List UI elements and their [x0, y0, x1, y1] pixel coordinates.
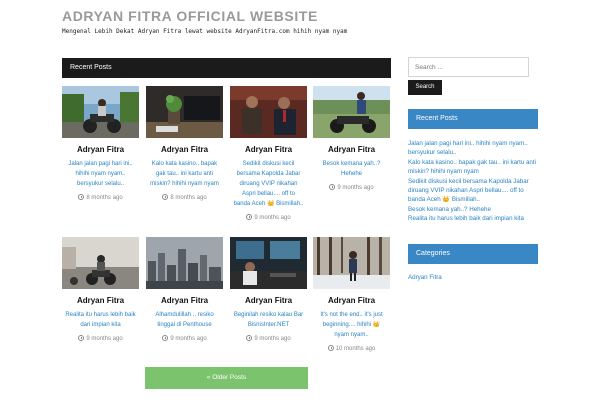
recent-post-link[interactable]: Sedikit diskusi kecil bersama Kapolda Ja…: [408, 177, 538, 205]
post-author[interactable]: Adryan Fitra: [62, 296, 139, 305]
post-author[interactable]: Adryan Fitra: [62, 145, 139, 154]
post-card[interactable]: Adryan Fitra Besok kemana yah..? Hehehe …: [313, 86, 390, 191]
post-card[interactable]: Adryan Fitra Sedikit diskusi kecil bersa…: [230, 86, 307, 221]
post-thumbnail[interactable]: [62, 86, 139, 138]
post-date: 9 months ago: [313, 184, 390, 191]
motorbike-field-image: [313, 86, 390, 138]
recent-posts-heading: Recent Posts: [62, 58, 391, 78]
post-author[interactable]: Adryan Fitra: [313, 145, 390, 154]
clock-icon: [327, 345, 334, 351]
recent-post-link[interactable]: Besok kemana yah..? Hehehe: [408, 205, 538, 214]
street-riders-image: [62, 237, 139, 289]
post-excerpt[interactable]: Besok kemana yah..? Hehehe: [313, 159, 390, 179]
post-card[interactable]: Adryan Fitra Jalan jalan pagi hari ini..…: [62, 86, 139, 201]
post-excerpt[interactable]: Alhamdulillah .. resiko tinggal di Penth…: [146, 310, 223, 330]
post-date: 9 months ago: [230, 335, 307, 342]
recent-post-link[interactable]: Kalo kata kasino.. bapak gak tau.. ini k…: [408, 158, 538, 177]
search-input[interactable]: [408, 57, 529, 77]
post-author[interactable]: Adryan Fitra: [146, 296, 223, 305]
recent-post-link[interactable]: Realita itu harus lebih baik dari impian…: [408, 214, 538, 223]
post-card[interactable]: Adryan Fitra Alhamdulillah .. resiko tin…: [146, 237, 223, 342]
clock-icon: [78, 194, 85, 200]
post-excerpt[interactable]: Beginilah resiko kalau Bar BisnisInter.N…: [230, 310, 307, 330]
site-title[interactable]: ADRYAN FITRA OFFICIAL WEBSITE: [62, 8, 318, 24]
clock-icon: [162, 335, 169, 341]
post-thumbnail[interactable]: [62, 237, 139, 289]
category-link[interactable]: Adryan Fitra: [408, 274, 442, 281]
post-card[interactable]: Adryan Fitra Kalo kata kasino.. bapak ga…: [146, 86, 223, 201]
discussion-photo-image: [230, 86, 307, 138]
post-thumbnail[interactable]: [313, 237, 390, 289]
post-thumbnail[interactable]: [313, 86, 390, 138]
recent-post-link[interactable]: Jalan jalan pagi hari ini.. hihihi nyam …: [408, 139, 538, 158]
post-card[interactable]: Adryan Fitra Beginilah resiko kalau Bar …: [230, 237, 307, 342]
post-author[interactable]: Adryan Fitra: [146, 145, 223, 154]
post-date: 8 months ago: [62, 194, 139, 201]
post-date: 9 months ago: [230, 214, 307, 221]
workstation-image: [230, 237, 307, 289]
post-date: 9 months ago: [146, 335, 223, 342]
post-thumbnail[interactable]: [230, 237, 307, 289]
clock-icon: [78, 335, 85, 341]
older-posts-button[interactable]: « Older Posts: [145, 367, 308, 389]
city-skyline-image: [146, 237, 223, 289]
post-thumbnail[interactable]: [146, 86, 223, 138]
post-excerpt[interactable]: Jalan jalan pagi hari ini.. hihihi nyam …: [62, 159, 139, 189]
clock-icon: [329, 184, 336, 190]
post-excerpt[interactable]: Sedikit diskusi kecil bersama Kapolda Ja…: [230, 159, 307, 209]
post-card[interactable]: Adryan Fitra Realita itu harus lebih bai…: [62, 237, 139, 342]
motorcycle-ride-image: [62, 86, 139, 138]
post-date: 10 months ago: [313, 345, 390, 352]
recent-posts-list: Jalan jalan pagi hari ini.. hihihi nyam …: [408, 139, 538, 224]
recent-posts-widget-title: Recent Posts: [408, 109, 538, 129]
post-thumbnail[interactable]: [146, 237, 223, 289]
clock-icon: [246, 214, 253, 220]
clock-icon: [246, 335, 253, 341]
post-excerpt[interactable]: Realita itu harus lebih baik dari impian…: [62, 310, 139, 330]
site-description: Mengenal Lebih Dekat Adryan Fitra lewat …: [62, 28, 348, 35]
winter-forest-image: [313, 237, 390, 289]
search-button[interactable]: Search: [408, 80, 442, 95]
clock-icon: [162, 194, 169, 200]
post-date: 9 months ago: [62, 335, 139, 342]
post-card[interactable]: Adryan Fitra It's not the end.. it's jus…: [313, 237, 390, 352]
post-excerpt[interactable]: It's not the end.. it's just beginning..…: [313, 310, 390, 340]
post-author[interactable]: Adryan Fitra: [230, 145, 307, 154]
post-date: 8 months ago: [146, 194, 223, 201]
post-excerpt[interactable]: Kalo kata kasino.. bapak gak tau.. ini k…: [146, 159, 223, 189]
post-thumbnail[interactable]: [230, 86, 307, 138]
post-author[interactable]: Adryan Fitra: [230, 296, 307, 305]
post-author[interactable]: Adryan Fitra: [313, 296, 390, 305]
categories-widget-title: Categories: [408, 244, 538, 264]
office-plant-image: [146, 86, 223, 138]
